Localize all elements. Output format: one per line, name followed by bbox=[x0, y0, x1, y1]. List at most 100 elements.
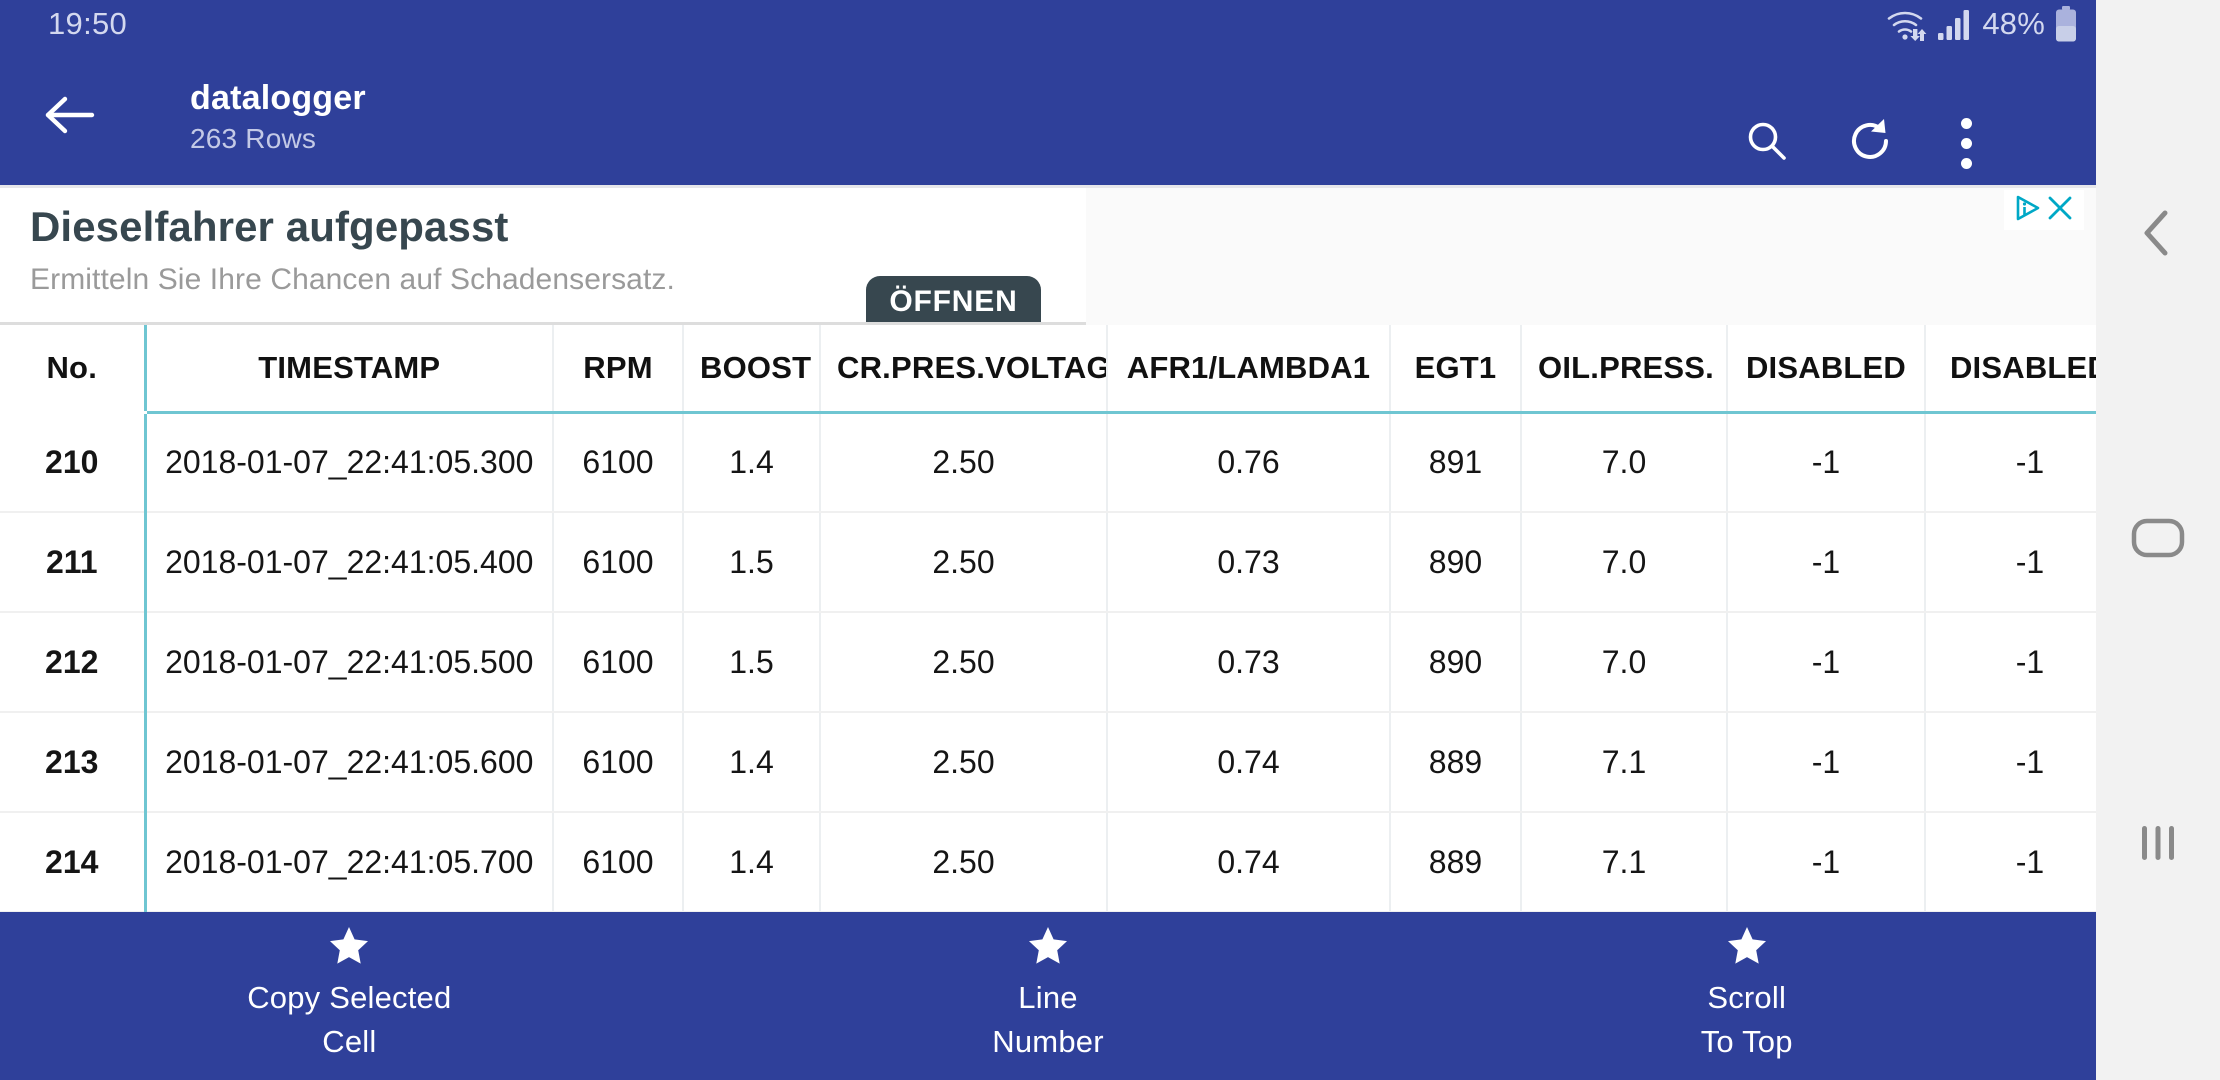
cell-egt1[interactable]: 889 bbox=[1390, 812, 1522, 912]
cell-timestamp[interactable]: 2018-01-07_22:41:05.400 bbox=[145, 512, 554, 613]
column-header-egt1[interactable]: EGT1 bbox=[1390, 325, 1522, 414]
cell-egt1[interactable]: 890 bbox=[1390, 512, 1522, 613]
column-header-cr-pres-voltage[interactable]: CR.PRES.VOLTAGE bbox=[820, 325, 1108, 414]
cell-rpm[interactable]: 6100 bbox=[553, 512, 684, 613]
cell-disabled-2[interactable]: -1 bbox=[1925, 612, 2096, 713]
close-icon[interactable] bbox=[2047, 195, 2073, 226]
search-icon bbox=[1743, 117, 1791, 170]
column-header-timestamp[interactable]: TIMESTAMP bbox=[145, 325, 554, 414]
cell-oil-press[interactable]: 7.0 bbox=[1521, 612, 1728, 713]
cell-rpm[interactable]: 6100 bbox=[553, 612, 684, 713]
nav-back-icon bbox=[2138, 205, 2178, 266]
cell-boost[interactable]: 1.4 bbox=[683, 812, 821, 912]
refresh-icon bbox=[1844, 115, 1896, 172]
cell-disabled-1[interactable]: -1 bbox=[1727, 512, 1926, 613]
data-table-scroll-area[interactable]: No. TIMESTAMP RPM BOOST CR.PRES.VOLTAGE … bbox=[0, 325, 2096, 912]
status-bar: 19:50 48% bbox=[0, 0, 2096, 48]
column-header-disabled-2[interactable]: DISABLED bbox=[1925, 325, 2096, 414]
cell-disabled-1[interactable]: -1 bbox=[1727, 712, 1926, 813]
table-row[interactable]: 211 2018-01-07_22:41:05.400 6100 1.5 2.5… bbox=[0, 512, 2096, 613]
status-bar-icons: 48% bbox=[1886, 4, 2078, 44]
cell-disabled-2[interactable]: -1 bbox=[1925, 412, 2096, 513]
ad-subline: Ermitteln Sie Ihre Chancen auf Schadense… bbox=[30, 263, 675, 296]
cell-timestamp[interactable]: 2018-01-07_22:41:05.300 bbox=[145, 412, 554, 513]
cell-oil-press[interactable]: 7.0 bbox=[1521, 512, 1728, 613]
cell-disabled-1[interactable]: -1 bbox=[1727, 812, 1926, 912]
cell-disabled-2[interactable]: -1 bbox=[1925, 512, 2096, 613]
cell-boost[interactable]: 1.4 bbox=[683, 412, 821, 513]
cell-cr-pres-voltage[interactable]: 2.50 bbox=[820, 812, 1108, 912]
overflow-menu-button[interactable] bbox=[1935, 106, 1997, 180]
cell-rpm[interactable]: 6100 bbox=[553, 812, 684, 912]
arrow-left-icon bbox=[44, 94, 96, 141]
star-icon bbox=[1028, 925, 1068, 970]
android-nav-bar bbox=[2096, 0, 2220, 1080]
column-header-rpm[interactable]: RPM bbox=[553, 325, 684, 414]
nav-recents-button[interactable] bbox=[2096, 790, 2220, 900]
cell-timestamp[interactable]: 2018-01-07_22:41:05.600 bbox=[145, 712, 554, 813]
adchoices-icon[interactable] bbox=[2015, 195, 2041, 226]
ad-banner-region: Dieselfahrer aufgepasst Ermitteln Sie Ih… bbox=[0, 185, 2096, 325]
refresh-button[interactable] bbox=[1833, 106, 1907, 180]
ad-banner[interactable]: Dieselfahrer aufgepasst Ermitteln Sie Ih… bbox=[0, 188, 1086, 325]
cell-egt1[interactable]: 890 bbox=[1390, 612, 1522, 713]
cell-timestamp[interactable]: 2018-01-07_22:41:05.700 bbox=[145, 812, 554, 912]
ad-open-button[interactable]: ÖFFNEN bbox=[866, 276, 1041, 322]
column-header-afr1-lambda1[interactable]: AFR1/LAMBDA1 bbox=[1107, 325, 1391, 414]
cell-disabled-1[interactable]: -1 bbox=[1727, 612, 1926, 713]
cell-cr-pres-voltage[interactable]: 2.50 bbox=[820, 712, 1108, 813]
scroll-to-top-label-line2: To Top bbox=[1700, 1024, 1793, 1059]
table-row[interactable]: 210 2018-01-07_22:41:05.300 6100 1.4 2.5… bbox=[0, 412, 2096, 513]
table-row[interactable]: 212 2018-01-07_22:41:05.500 6100 1.5 2.5… bbox=[0, 612, 2096, 713]
cell-no[interactable]: 211 bbox=[0, 512, 147, 613]
star-icon bbox=[329, 925, 369, 970]
nav-back-button[interactable] bbox=[2096, 180, 2220, 290]
nav-home-button[interactable] bbox=[2096, 485, 2220, 595]
cell-oil-press[interactable]: 7.1 bbox=[1521, 712, 1728, 813]
cell-afr1-lambda1[interactable]: 0.73 bbox=[1107, 512, 1391, 613]
cell-cr-pres-voltage[interactable]: 2.50 bbox=[820, 412, 1108, 513]
cell-no[interactable]: 213 bbox=[0, 712, 147, 813]
column-header-no[interactable]: No. bbox=[0, 325, 147, 414]
column-header-disabled-1[interactable]: DISABLED bbox=[1727, 325, 1926, 414]
cell-oil-press[interactable]: 7.0 bbox=[1521, 412, 1728, 513]
cell-egt1[interactable]: 891 bbox=[1390, 412, 1522, 513]
overflow-menu-icon bbox=[1960, 117, 1972, 169]
cell-no[interactable]: 210 bbox=[0, 412, 147, 513]
cell-disabled-1[interactable]: -1 bbox=[1727, 412, 1926, 513]
cell-no[interactable]: 214 bbox=[0, 812, 147, 912]
cell-cr-pres-voltage[interactable]: 2.50 bbox=[820, 612, 1108, 713]
scroll-to-top-button[interactable]: Scroll To Top bbox=[1397, 912, 2096, 1080]
cell-disabled-2[interactable]: -1 bbox=[1925, 712, 2096, 813]
copy-selected-cell-label-line1: Copy Selected bbox=[247, 980, 452, 1015]
column-header-boost[interactable]: BOOST bbox=[683, 325, 821, 414]
table-header-row: No. TIMESTAMP RPM BOOST CR.PRES.VOLTAGE … bbox=[0, 325, 2096, 414]
cell-timestamp[interactable]: 2018-01-07_22:41:05.500 bbox=[145, 612, 554, 713]
copy-selected-cell-button[interactable]: Copy Selected Cell bbox=[0, 912, 699, 1080]
bottom-action-bar: Copy Selected Cell Line Number Scroll To… bbox=[0, 912, 2096, 1080]
cell-rpm[interactable]: 6100 bbox=[553, 712, 684, 813]
back-button[interactable] bbox=[33, 80, 107, 154]
search-button[interactable] bbox=[1730, 106, 1804, 180]
cell-afr1-lambda1[interactable]: 0.76 bbox=[1107, 412, 1391, 513]
battery-percent-label: 48% bbox=[1982, 6, 2045, 41]
cell-no[interactable]: 212 bbox=[0, 612, 147, 713]
cell-egt1[interactable]: 889 bbox=[1390, 712, 1522, 813]
table-row[interactable]: 214 2018-01-07_22:41:05.700 6100 1.4 2.5… bbox=[0, 812, 2096, 912]
column-header-oil-press[interactable]: OIL.PRESS. bbox=[1521, 325, 1728, 414]
cell-cr-pres-voltage[interactable]: 2.50 bbox=[820, 512, 1108, 613]
table-row[interactable]: 213 2018-01-07_22:41:05.600 6100 1.4 2.5… bbox=[0, 712, 2096, 813]
cell-afr1-lambda1[interactable]: 0.74 bbox=[1107, 812, 1391, 912]
line-number-button[interactable]: Line Number bbox=[699, 912, 1398, 1080]
line-number-label-line1: Line bbox=[1018, 980, 1078, 1015]
cell-boost[interactable]: 1.5 bbox=[683, 612, 821, 713]
cell-disabled-2[interactable]: -1 bbox=[1925, 812, 2096, 912]
cell-afr1-lambda1[interactable]: 0.73 bbox=[1107, 612, 1391, 713]
cell-boost[interactable]: 1.4 bbox=[683, 712, 821, 813]
cell-afr1-lambda1[interactable]: 0.74 bbox=[1107, 712, 1391, 813]
cell-oil-press[interactable]: 7.1 bbox=[1521, 812, 1728, 912]
cell-boost[interactable]: 1.5 bbox=[683, 512, 821, 613]
cell-rpm[interactable]: 6100 bbox=[553, 412, 684, 513]
app-bar-title-block: datalogger 263 Rows bbox=[190, 76, 366, 158]
app-bar: datalogger 263 Rows bbox=[0, 48, 2096, 185]
